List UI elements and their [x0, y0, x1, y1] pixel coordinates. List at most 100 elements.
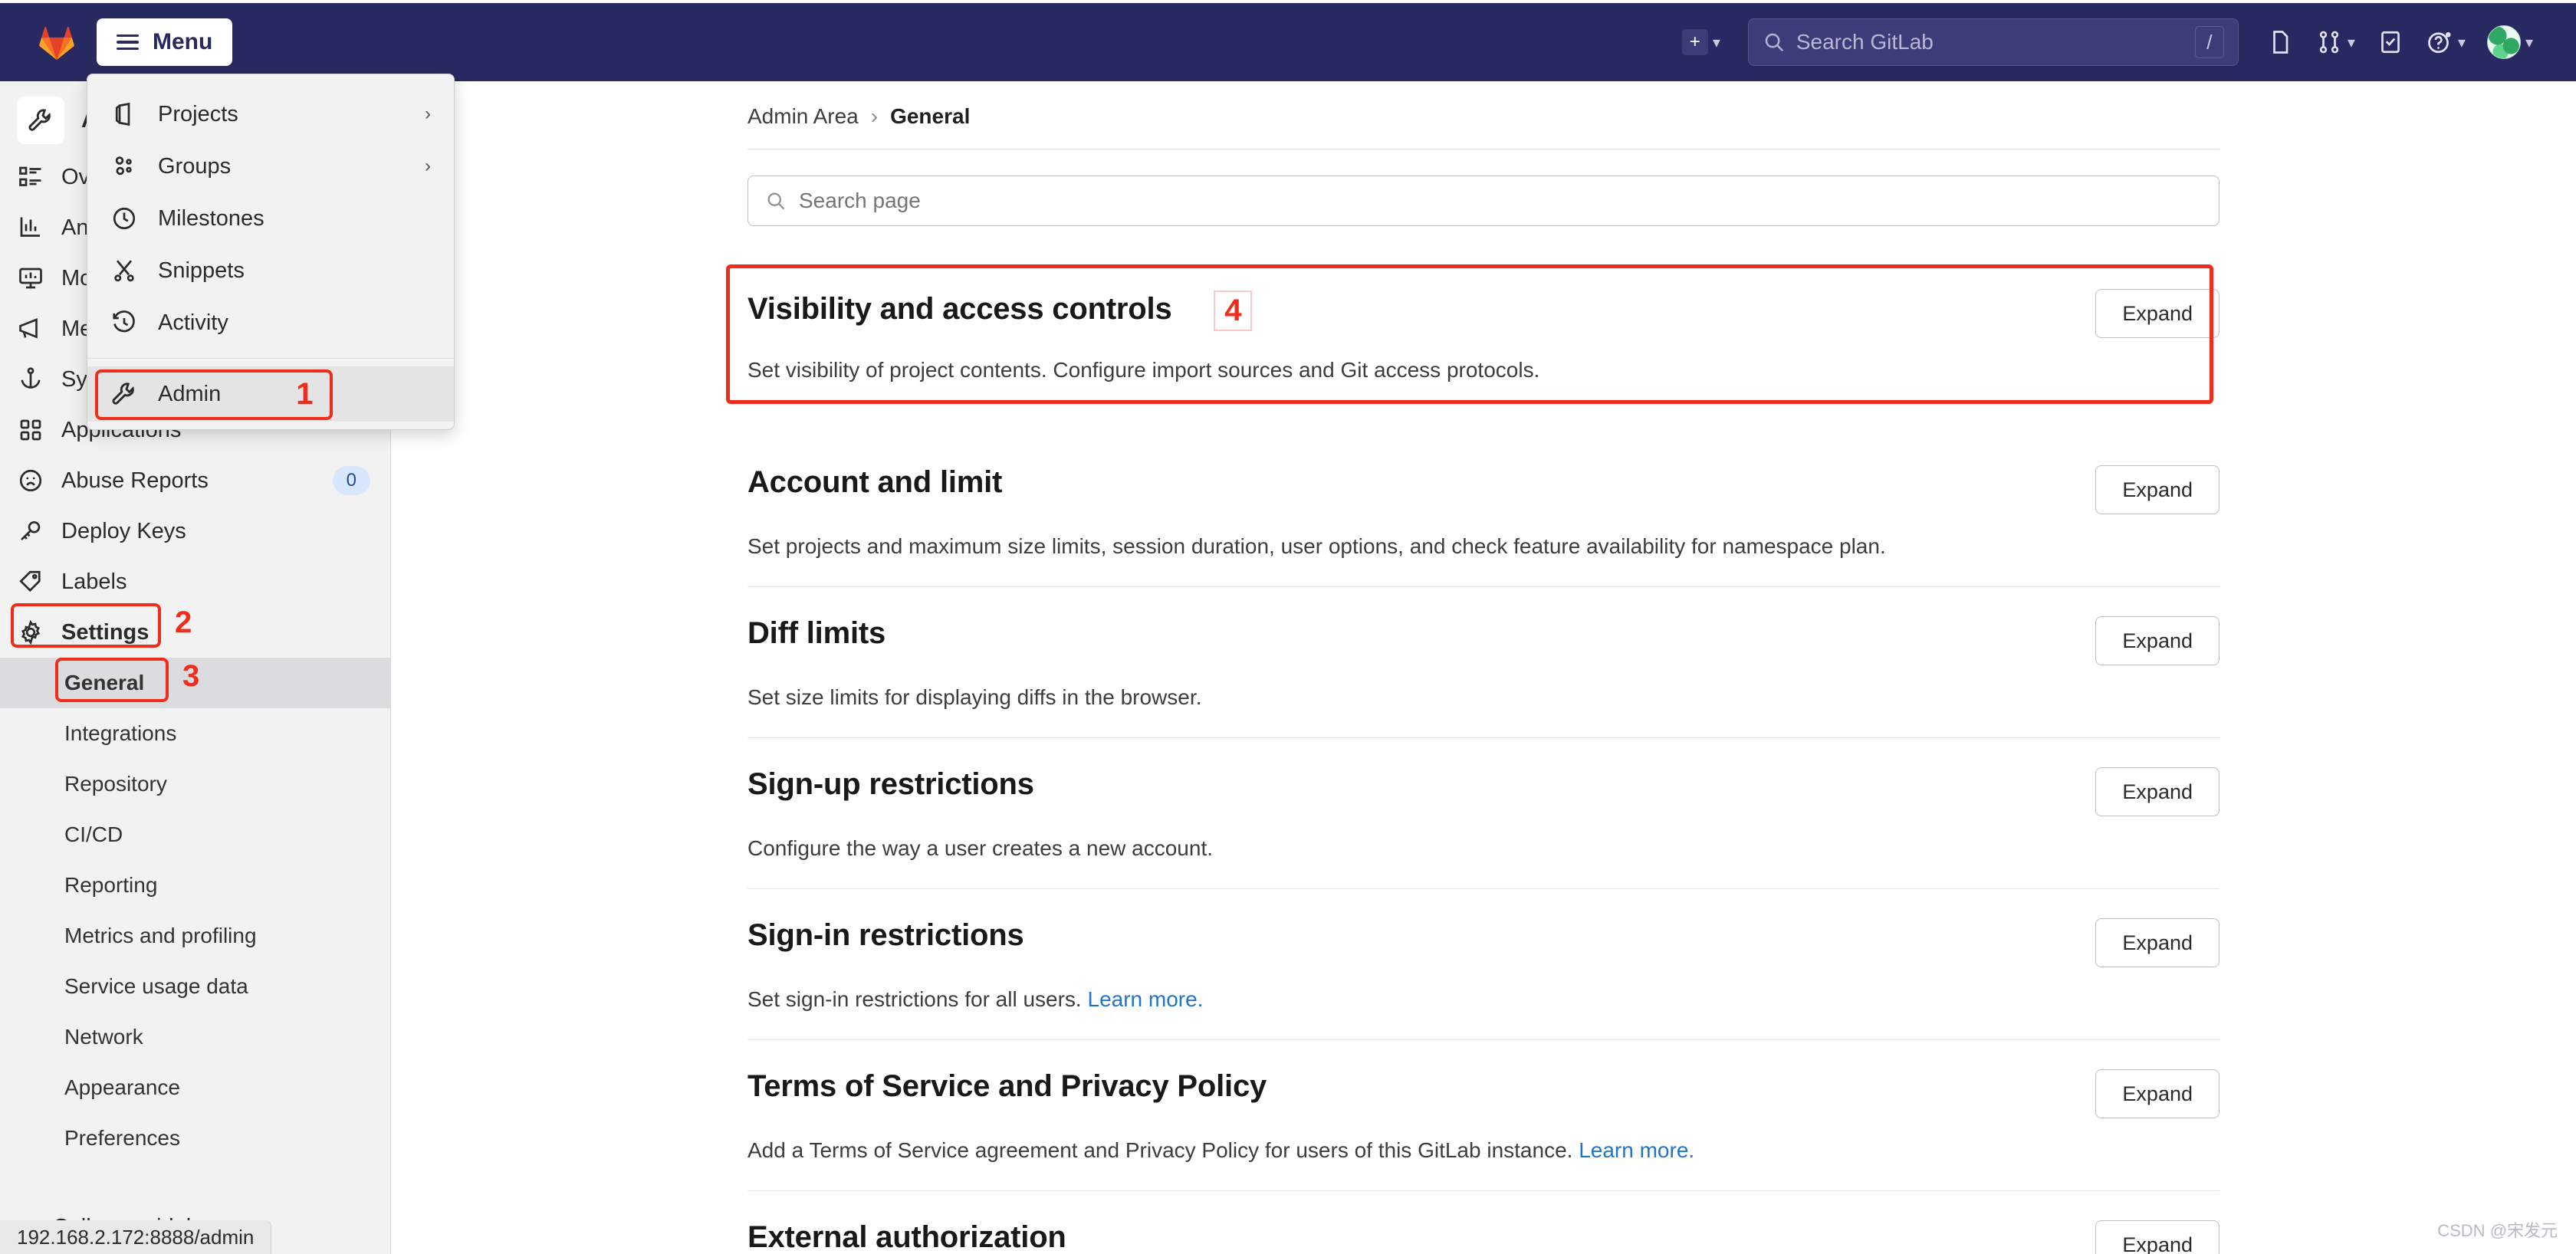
sidebar-item-abuse-reports[interactable]: Abuse Reports 0	[0, 455, 390, 506]
expand-button[interactable]: Expand	[2095, 1069, 2220, 1118]
menu-button-label: Menu	[153, 29, 213, 54]
project-icon	[115, 102, 130, 126]
monitor-icon	[19, 268, 42, 289]
sidebar-subitem-label: CI/CD	[64, 822, 123, 846]
expand-button[interactable]: Expand	[2095, 289, 2220, 338]
section-title: Account and limit	[748, 465, 1003, 499]
section-title: Visibility and access controls 4	[748, 289, 1253, 331]
sidebar-subitem-cicd[interactable]: CI/CD	[0, 809, 390, 860]
settings-section-external-authorization: External authorization Expand External c…	[748, 1191, 2220, 1254]
create-new-button[interactable]: + ▾	[1671, 21, 1731, 63]
learn-more-link[interactable]: Learn more.	[1088, 987, 1204, 1011]
snippet-icon	[114, 260, 134, 282]
todos-button[interactable]	[2366, 21, 2415, 64]
page-search-box[interactable]	[748, 176, 2220, 226]
expand-button[interactable]: Expand	[2095, 1220, 2220, 1254]
issues-icon	[2273, 31, 2288, 54]
sidebar-item-settings[interactable]: Settings	[0, 607, 390, 658]
page-search-input[interactable]	[799, 189, 2202, 213]
breadcrumb-root[interactable]: Admin Area	[748, 104, 859, 129]
help-button[interactable]: ▾	[2415, 21, 2476, 64]
merge-request-icon	[2319, 31, 2339, 54]
search-icon	[1765, 33, 1783, 52]
overview-list-icon	[19, 166, 41, 186]
status-url: 192.168.2.172:8888/admin	[17, 1225, 255, 1249]
sidebar-subitem-integrations[interactable]: Integrations	[0, 708, 390, 759]
menu-item-admin[interactable]: Admin 1	[87, 366, 454, 422]
sidebar-subitem-reporting[interactable]: Reporting	[0, 860, 390, 911]
issues-button[interactable]	[2256, 21, 2305, 64]
menu-button[interactable]: Menu	[97, 18, 233, 66]
menu-item-snippets[interactable]: Snippets	[87, 245, 454, 297]
breadcrumb-current: General	[890, 104, 971, 128]
sidebar-subitem-repository[interactable]: Repository	[0, 759, 390, 809]
sidebar-subitem-network[interactable]: Network	[0, 1012, 390, 1062]
section-title-text: Visibility and access controls	[748, 292, 1172, 326]
section-description: Set size limits for displaying diffs in …	[748, 685, 1202, 709]
menu-item-label: Groups	[158, 153, 232, 179]
menu-item-groups[interactable]: Groups ›	[87, 140, 454, 192]
section-title: External authorization	[748, 1220, 1066, 1254]
section-description: Configure the way a user creates a new a…	[748, 836, 1214, 860]
expand-button[interactable]: Expand	[2095, 616, 2220, 665]
global-search-input[interactable]	[1796, 30, 2195, 54]
expand-button[interactable]: Expand	[2095, 767, 2220, 816]
sidebar-item-deploy-keys[interactable]: Deploy Keys	[0, 506, 390, 556]
expand-button[interactable]: Expand	[2095, 918, 2220, 967]
settings-section-account-and-limit: Account and limit Expand Set projects an…	[748, 436, 2220, 587]
sidebar-subitem-label: Metrics and profiling	[64, 924, 257, 947]
section-description-text: Add a Terms of Service agreement and Pri…	[748, 1138, 1573, 1162]
hamburger-icon	[117, 34, 139, 51]
avatar	[2486, 25, 2521, 59]
annotation-step-1: 1	[296, 376, 314, 411]
menu-item-projects[interactable]: Projects ›	[87, 88, 454, 140]
chevron-down-icon: ▾	[2525, 34, 2533, 51]
global-search-box[interactable]: /	[1747, 18, 2239, 66]
settings-sections-list: Visibility and access controls 4 Expand …	[726, 260, 2220, 1254]
chevron-right-icon: ›	[425, 156, 431, 176]
menu-item-milestones[interactable]: Milestones	[87, 192, 454, 245]
sidebar-item-label: Abuse Reports	[61, 468, 209, 493]
sidebar-subitem-label: Appearance	[64, 1075, 181, 1099]
megaphone-icon	[19, 318, 38, 339]
clock-icon	[113, 207, 136, 230]
menu-item-label: Admin	[158, 381, 222, 406]
settings-section-visibility-and-access-controls: Visibility and access controls 4 Expand …	[726, 260, 2220, 410]
groups-icon	[115, 156, 132, 176]
expand-button[interactable]: Expand	[2095, 465, 2220, 514]
menu-item-label: Milestones	[158, 205, 264, 231]
sidebar-subitem-appearance[interactable]: Appearance	[0, 1062, 390, 1113]
learn-more-link[interactable]: Learn more.	[1579, 1138, 1694, 1162]
gitlab-logo-icon[interactable]	[37, 22, 77, 62]
history-icon	[113, 310, 135, 333]
sidebar-subitem-label: Service usage data	[64, 974, 248, 998]
section-description: Add a Terms of Service agreement and Pri…	[748, 1138, 2220, 1163]
search-shortcut-key: /	[2194, 26, 2224, 58]
sidebar-subitem-preferences[interactable]: Preferences	[0, 1113, 390, 1164]
merge-requests-button[interactable]: ▾	[2305, 21, 2366, 64]
annotation-step-4: 4	[1214, 291, 1253, 331]
sidebar-subitem-service-usage-data[interactable]: Service usage data	[0, 961, 390, 1012]
sidebar-item-label: Settings	[61, 619, 150, 645]
sidebar-subitem-metrics-and-profiling[interactable]: Metrics and profiling	[0, 911, 390, 961]
menu-item-activity[interactable]: Activity	[87, 297, 454, 349]
question-circle-icon	[2428, 31, 2451, 54]
chevron-right-icon: ›	[870, 104, 879, 128]
sidebar-subitem-label: Network	[64, 1025, 143, 1049]
settings-section-sign-in-restrictions: Sign-in restrictions Expand Set sign-in …	[748, 889, 2220, 1040]
user-menu-button[interactable]: ▾	[2476, 18, 2544, 67]
plus-square-icon: +	[1681, 29, 1708, 55]
sidebar-subitem-label: Repository	[64, 772, 167, 796]
sidebar-item-labels[interactable]: Labels	[0, 556, 390, 607]
sidebar-subitem-label: General	[64, 671, 145, 694]
sidebar-subitem-label: Preferences	[64, 1126, 180, 1150]
applications-grid-icon	[20, 419, 41, 441]
wrench-icon	[112, 382, 134, 405]
sidebar-subitem-label: Integrations	[64, 721, 177, 745]
section-description-text: Set sign-in restrictions for all users.	[748, 987, 1082, 1011]
settings-section-sign-up-restrictions: Sign-up restrictions Expand Configure th…	[748, 738, 2220, 889]
menu-item-label: Snippets	[158, 258, 245, 283]
chevron-down-icon: ▾	[2457, 34, 2466, 51]
label-tag-icon	[19, 570, 41, 593]
annotation-step-3: 3	[182, 659, 200, 693]
